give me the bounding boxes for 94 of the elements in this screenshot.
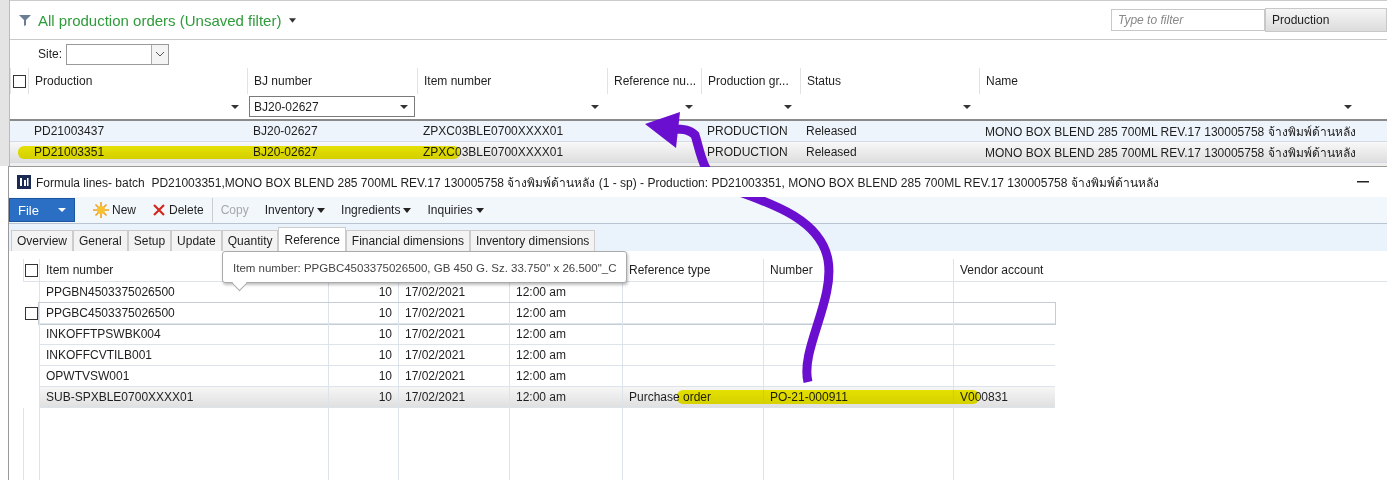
delete-icon xyxy=(152,203,166,217)
tab[interactable]: Financial dimensions xyxy=(345,230,470,251)
table-cell: Released xyxy=(806,124,857,138)
table-cell: BJ20-02627 xyxy=(253,145,318,159)
table-cell: INKOFFTPSWBK004 xyxy=(46,327,161,341)
column-header[interactable]: Vendor account xyxy=(960,263,1044,277)
table-cell: 12:00 am xyxy=(516,327,567,341)
table-cell: Released xyxy=(806,145,857,159)
tab[interactable]: Setup xyxy=(127,230,172,251)
table-cell: 12:00 am xyxy=(516,390,567,404)
table-cell: 12:00 am xyxy=(516,369,567,383)
table-cell-text: MONO BOX BLEND 285 700ML REV.17 130005758 จ้างพิมพ์ด้านหลัง xyxy=(985,123,1356,141)
column-header[interactable]: Reference type xyxy=(629,263,711,277)
table-cell: 10 xyxy=(378,285,392,299)
select-all-checkbox[interactable] xyxy=(13,74,26,88)
dropdown-icon xyxy=(685,104,693,109)
caret-icon xyxy=(475,207,484,213)
table-cell: PRODUCTION xyxy=(707,145,788,159)
caret-icon xyxy=(403,207,412,213)
tab[interactable]: Quantity xyxy=(221,230,279,251)
site-combobox[interactable] xyxy=(66,43,169,65)
formula-row[interactable]: PPGBC4503375026500 10 17/02/2021 12:00 am xyxy=(39,303,1055,324)
table-cell: PPGBN4503375026500 xyxy=(46,285,175,299)
column-header[interactable]: Number xyxy=(770,263,813,277)
menu-button[interactable]: Inquiries xyxy=(419,198,492,222)
tab[interactable]: Inventory dimensions xyxy=(469,230,596,251)
new-button[interactable]: New xyxy=(85,198,144,222)
dropdown-icon xyxy=(963,104,971,109)
column-header[interactable]: Name xyxy=(986,74,1018,88)
select-all-checkbox[interactable] xyxy=(25,263,38,277)
dropdown-icon xyxy=(591,104,599,109)
table-cell: 17/02/2021 xyxy=(405,369,466,383)
table-cell: PPGBC4503375026500 xyxy=(46,306,175,320)
column-filter[interactable]: BJ20-02627 xyxy=(249,96,415,117)
caret-icon xyxy=(58,208,66,212)
table-cell: ZPXC03BLE0700XXXX01 xyxy=(423,124,564,138)
caret-icon[interactable] xyxy=(289,17,297,23)
table-cell: 17/02/2021 xyxy=(405,306,466,320)
table-cell: 17/02/2021 xyxy=(405,390,466,404)
window-title: Formula lines- batch PD21003351,MONO BOX BLEND 285 700ML REV.17 130005758 จ้างพิมพ์ด้านหลัง (1 - sp) - Production: PD21003351, MONO BOX BLEND 285 700ML REV.17 130005758 จ้างพิมพ์ด้านหลัง xyxy=(36,174,1159,192)
menu-button[interactable]: Ingredients xyxy=(333,198,420,222)
tab[interactable]: General xyxy=(73,230,128,251)
table-cell: 10 xyxy=(378,348,392,362)
column-header[interactable]: Reference nu... xyxy=(614,74,697,88)
dropdown-icon xyxy=(231,104,239,109)
filter-field[interactable]: Type to filter xyxy=(1111,9,1265,31)
minimize-icon[interactable] xyxy=(1357,181,1369,183)
table-cell: OPWTVSW001 xyxy=(46,369,130,383)
tab[interactable]: Update xyxy=(171,230,222,251)
table-cell: 12:00 am xyxy=(516,306,567,320)
dropdown-icon xyxy=(400,104,408,109)
table-cell-text: MONO BOX BLEND 285 700ML REV.17 130005758 จ้างพิมพ์ด้านหลัง xyxy=(985,144,1356,162)
table-cell: 12:00 am xyxy=(516,285,567,299)
page-title: All production orders (Unsaved filter) xyxy=(38,11,282,29)
tab[interactable]: Reference xyxy=(278,227,346,251)
order-row[interactable]: PD21003437 BJ20-02627 ZPXC03BLE0700XXXX01 PRODUCTION Released MONO BOX BLEND 285 700ML REV.17 130005758 จ้างพิมพ์ด้านหลัง xyxy=(10,121,1387,142)
table-cell: 10 xyxy=(378,306,392,320)
column-header[interactable]: Item number xyxy=(424,74,492,88)
dropdown-icon xyxy=(1344,104,1352,109)
table-cell: PO-21-000911 xyxy=(770,390,848,404)
table-cell: PD21003351 xyxy=(34,145,105,159)
table-cell: 17/02/2021 xyxy=(405,285,466,299)
table-cell: 17/02/2021 xyxy=(405,327,466,341)
app-icon xyxy=(17,175,31,189)
table-cell: 10 xyxy=(378,327,392,341)
column-header[interactable]: Status xyxy=(807,74,842,88)
table-cell: 12:00 am xyxy=(516,348,567,362)
table-cell: PRODUCTION xyxy=(707,124,788,138)
site-label: Site: xyxy=(38,47,62,61)
table-cell: 17/02/2021 xyxy=(405,348,466,362)
column-header[interactable]: BJ number xyxy=(254,74,313,88)
file-button[interactable]: File xyxy=(9,198,75,222)
table-cell: 10 xyxy=(378,390,392,404)
formula-row[interactable]: INKOFFTPSWBK004 10 17/02/2021 12:00 am xyxy=(39,324,1055,345)
sun-icon xyxy=(93,202,109,218)
table-cell: 10 xyxy=(378,369,392,383)
menu-button[interactable]: Inventory xyxy=(256,198,334,222)
dropdown-icon xyxy=(784,104,792,109)
filter-icon xyxy=(18,13,32,27)
tooltip: Item number: PPGBC4503375026500, GB 450 G. Sz. 33.750" x 26.500"_C xyxy=(222,251,628,283)
formula-row[interactable]: INKOFFCVTILB001 10 17/02/2021 12:00 am xyxy=(39,345,1055,366)
table-cell: BJ20-02627 xyxy=(253,124,318,138)
row-checkbox[interactable] xyxy=(24,307,38,320)
chevron-icon xyxy=(155,51,165,57)
table-cell: INKOFFCVTILB001 xyxy=(46,348,153,362)
column-header[interactable]: Production xyxy=(35,74,93,88)
delete-button[interactable]: Delete xyxy=(144,198,213,222)
table-cell: PD21003437 xyxy=(34,124,105,138)
column-header[interactable]: Item number xyxy=(46,263,114,277)
filter-field-dropdown[interactable]: Production xyxy=(1265,8,1387,32)
caret-icon xyxy=(317,207,326,213)
tab[interactable]: Overview xyxy=(11,230,73,251)
column-header[interactable]: Production gr... xyxy=(708,74,789,88)
table-cell: SUB-SPXBLE0700XXXX01 xyxy=(46,390,194,404)
